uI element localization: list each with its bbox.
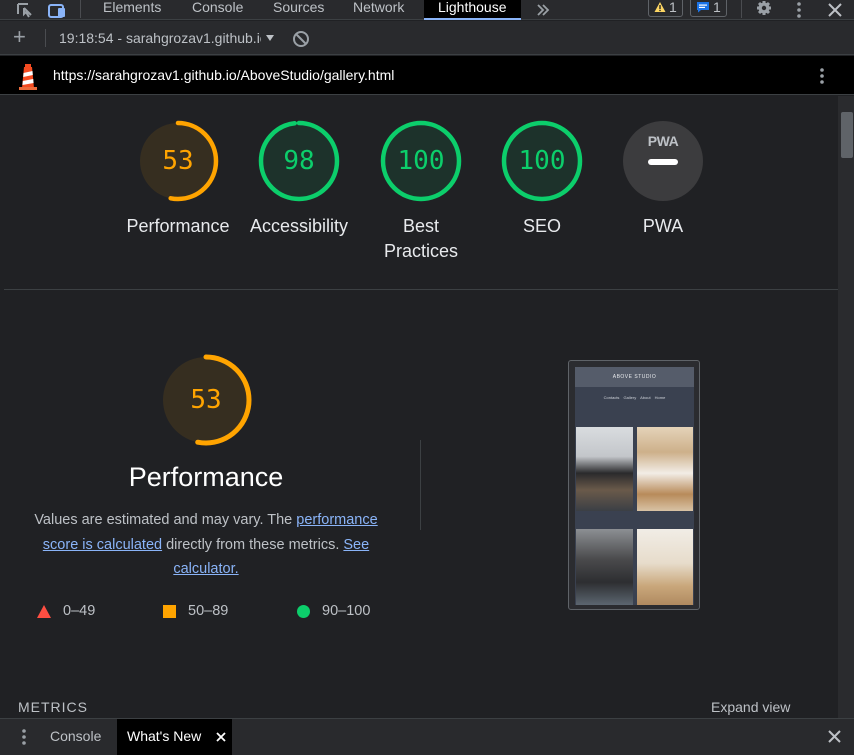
legend-pass: 90–100 [297,603,370,619]
dropdown-caret-icon[interactable] [265,30,275,48]
square-icon [163,604,176,618]
close-icon[interactable] [824,0,846,20]
tab-lighthouse[interactable]: Lighthouse [424,0,521,20]
tab-network[interactable]: Network [353,0,404,20]
score-value: 53 [162,146,194,176]
lighthouse-logo-icon [16,62,40,95]
warnings-badge[interactable]: 1 [648,0,683,17]
score-value: 100 [397,146,445,176]
report-url: https://sarahgrozav1.github.io/AboveStud… [53,67,395,83]
performance-title: Performance [128,462,284,492]
warnings-count: 1 [669,0,677,15]
devtools-tab-bar: Elements Console Sources Network Lightho… [0,0,854,20]
gallery-photo-lounge [576,529,633,605]
gallery-photo-kitchen [576,427,633,511]
drawer-tab-whats-new[interactable]: What's New [117,719,232,755]
toolbar-divider [80,0,81,18]
gallery-photo-shelves [637,529,693,605]
tab-console[interactable]: Console [192,0,243,20]
scrollbar-thumb[interactable] [841,112,853,158]
performance-desc-text-2: directly from these metrics. [162,536,344,553]
vertical-divider [420,440,421,530]
drawer-tab-console[interactable]: Console [50,719,101,755]
score-ring: 100 [500,119,584,203]
gauge-pwa[interactable]: PWA PWA [603,119,723,239]
score-label: SEO [522,216,561,236]
metrics-heading: METRICS [18,699,88,715]
report-menu-icon[interactable] [820,68,824,89]
score-label: PWA [642,216,684,236]
toolbar-divider [45,29,46,47]
pwa-badge-circle [623,121,703,201]
section-divider [4,289,838,290]
score-label: Accessibility [249,216,349,236]
kebab-menu-icon[interactable] [790,0,808,20]
drawer-tab-label: What's New [127,728,202,744]
score-value: 100 [518,146,566,176]
legend-average: 50–89 [163,603,228,619]
performance-desc-text-1: Values are estimated and may vary. The [34,512,297,528]
tab-sources[interactable]: Sources [273,0,324,20]
score-ring: 98 [257,119,341,203]
gear-icon[interactable] [754,0,774,20]
score-label: Best Practices [383,216,459,261]
score-value: 98 [283,146,315,176]
element-picker-icon[interactable] [14,0,36,20]
screenshot-nav: Contacts Gallery About Home [603,395,666,400]
legend-range: 0–49 [63,603,96,619]
screenshot-site-title: ABOVE STUDIO [575,367,694,387]
report-url-bar: https://sarahgrozav1.github.io/AboveStud… [0,56,854,95]
score-ring: 100 [379,119,463,203]
performance-big-gauge: 53 [158,352,254,448]
score-ring: 53 [136,119,220,203]
gallery-photo-living [637,427,693,511]
final-screenshot[interactable]: ABOVE STUDIO Contacts Gallery About Home [568,360,700,610]
clear-block-icon[interactable] [292,30,310,53]
drawer-menu-icon[interactable] [22,729,26,750]
drawer-tab-bar: Console What's New [0,718,854,755]
toolbar-divider [741,0,742,18]
gauge-accessibility[interactable]: 98 Accessibility [239,119,359,239]
close-tab-icon[interactable] [216,732,226,742]
score-label: Performance [126,216,230,236]
lighthouse-toolbar: + 19:18:54 - sarahgrozav1.github.io [0,21,854,55]
performance-description: Values are estimated and may vary. The p… [24,508,388,582]
legend-range: 90–100 [322,603,371,619]
close-drawer-icon[interactable] [828,730,841,748]
screenshot-screen: ABOVE STUDIO Contacts Gallery About Home [575,367,694,605]
tab-elements[interactable]: Elements [103,0,161,20]
performance-score-value: 53 [190,385,222,415]
lighthouse-report: 53 Performance 98 Accessibility 100 Best… [0,96,838,718]
device-toolbar-icon[interactable] [46,0,68,20]
legend-fail: 0–49 [37,603,95,619]
legend-range: 50–89 [188,603,229,619]
triangle-icon [37,604,51,618]
gauge-performance[interactable]: 53 Performance [118,119,238,239]
report-session-select[interactable]: 19:18:54 - sarahgrozav1.github.io [59,30,261,46]
message-icon [697,1,709,12]
pwa-badge-text: PWA [647,133,679,149]
new-report-plus-icon[interactable]: + [13,25,26,49]
gauge-best-practices[interactable]: 100 Best Practices [361,119,481,264]
scrollbar-track[interactable] [838,96,854,718]
pwa-badge: PWA [621,119,705,203]
warning-icon [654,1,666,12]
messages-count: 1 [713,0,721,15]
messages-badge[interactable]: 1 [690,0,727,17]
circle-icon [297,604,310,618]
expand-view-toggle[interactable]: Expand view [711,699,790,715]
gauge-seo[interactable]: 100 SEO [482,119,602,239]
double-chevron-right-icon[interactable] [534,0,552,20]
